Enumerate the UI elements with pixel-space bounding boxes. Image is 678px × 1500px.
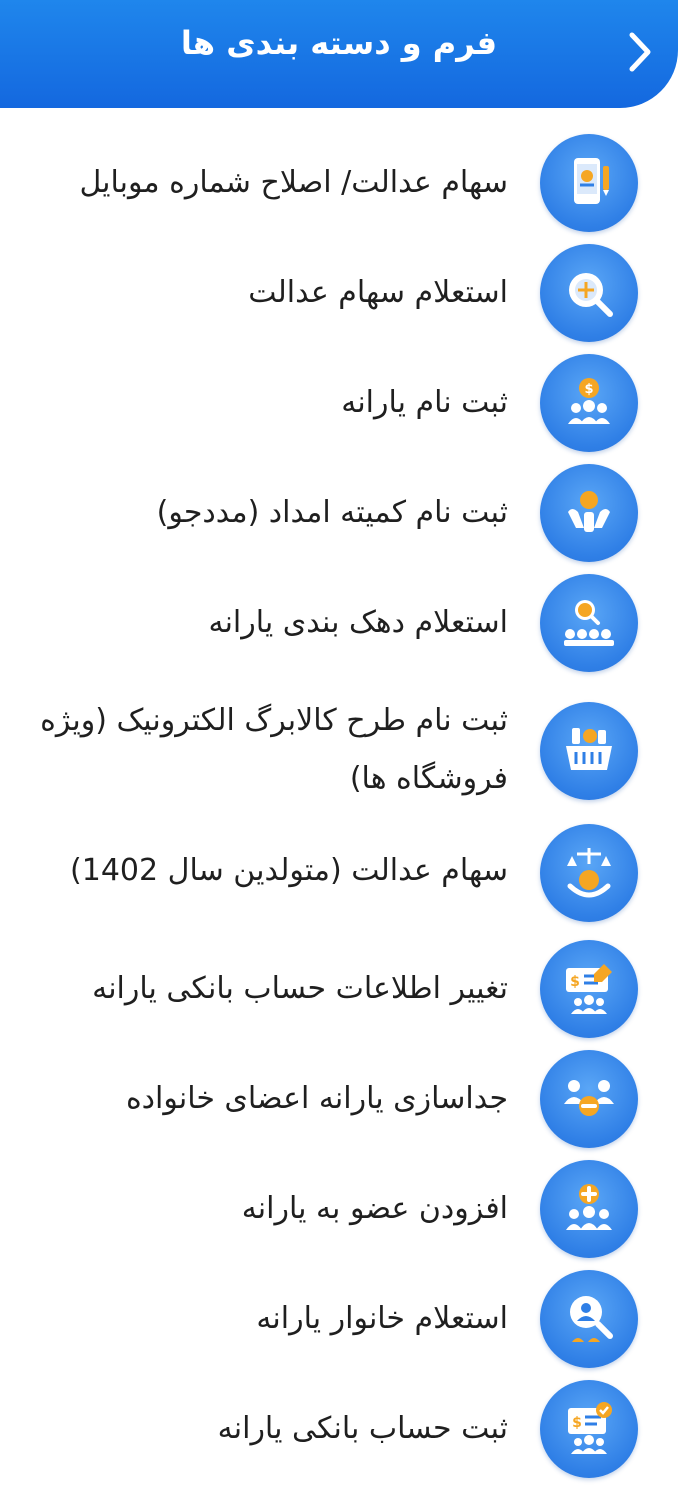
list-item[interactable]: $ تغییر اطلاعات حساب بانکی یارانه — [0, 934, 678, 1044]
list-item[interactable]: استعلام خانوار یارانه — [0, 1264, 678, 1374]
page-title: فرم و دسته بندی ها — [180, 24, 498, 62]
list-item-label: استعلام خانوار یارانه — [256, 1301, 508, 1336]
svg-text:$: $ — [570, 974, 580, 990]
list-item-label: سهام عدالت/ اصلاح شماره موبایل — [79, 165, 508, 200]
list-item-label: استعلام دهک بندی یارانه — [208, 605, 509, 640]
list-item[interactable]: $ ثبت نام یارانه — [0, 348, 678, 458]
subsidy-register-icon: $ — [540, 354, 638, 452]
add-member-icon — [540, 1160, 638, 1258]
list-item[interactable]: استعلام دهک بندی یارانه — [0, 568, 678, 678]
mobile-justice-icon — [540, 134, 638, 232]
decile-inquiry-icon — [540, 574, 638, 672]
baby-justice-icon — [540, 824, 638, 922]
app-header: فرم و دسته بندی ها — [0, 0, 678, 108]
household-inquiry-icon — [540, 1270, 638, 1368]
bank-edit-icon: $ — [540, 940, 638, 1038]
list-item[interactable]: سهام عدالت (متولدین سال 1402) — [0, 824, 678, 934]
list-item[interactable]: $ ثبت حساب بانکی یارانه — [0, 1374, 678, 1484]
svg-text:$: $ — [572, 1415, 582, 1431]
list-item-label: ثبت حساب بانکی یارانه — [217, 1411, 508, 1446]
list-item-label: ثبت نام یارانه — [341, 385, 508, 420]
shopping-basket-icon — [540, 702, 638, 800]
list-item-label: سهام عدالت (متولدین سال 1402) — [70, 853, 508, 888]
list-item[interactable]: ثبت نام کمیته امداد (مددجو) — [0, 458, 678, 568]
justice-inquiry-icon — [540, 244, 638, 342]
list-item[interactable]: جداسازی یارانه اعضای خانواده — [0, 1044, 678, 1154]
svg-text:$: $ — [584, 382, 593, 397]
list-item-label: ثبت نام کمیته امداد (مددجو) — [156, 495, 508, 530]
family-split-icon — [540, 1050, 638, 1148]
list-item-label: استعلام سهام عدالت — [248, 275, 508, 310]
chevron-right-icon — [629, 32, 651, 72]
bank-register-icon: $ — [540, 1380, 638, 1478]
back-button[interactable] — [618, 26, 662, 78]
list-item-label: ثبت نام طرح کالابرگ الکترونیک (ویژه فروش… — [40, 703, 508, 796]
list-item[interactable]: افزودن عضو به یارانه — [0, 1154, 678, 1264]
list-item-label: تغییر اطلاعات حساب بانکی یارانه — [92, 971, 508, 1006]
list-item-label: جداسازی یارانه اعضای خانواده — [125, 1081, 508, 1116]
list-item[interactable]: ثبت نام طرح کالابرگ الکترونیک (ویژه فروش… — [0, 688, 678, 828]
relief-committee-icon — [540, 464, 638, 562]
list-item-label: افزودن عضو به یارانه — [241, 1191, 508, 1226]
list-item[interactable]: استعلام سهام عدالت — [0, 238, 678, 348]
list-item[interactable]: سهام عدالت/ اصلاح شماره موبایل — [0, 128, 678, 238]
